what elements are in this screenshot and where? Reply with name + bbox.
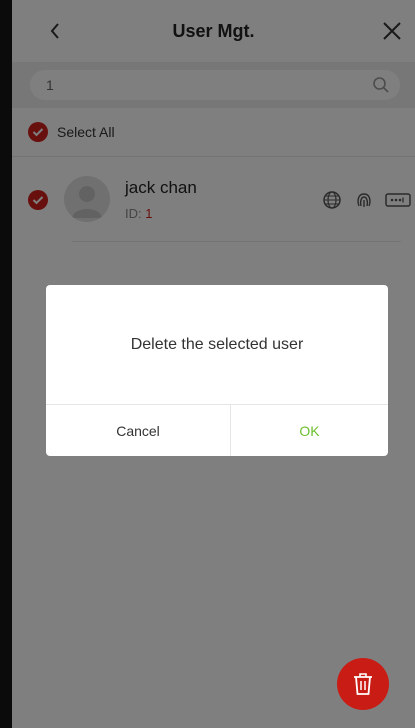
- ok-button[interactable]: OK: [231, 405, 388, 456]
- delete-confirm-dialog: Delete the selected user Cancel OK: [46, 285, 388, 456]
- delete-fab-button[interactable]: [337, 658, 389, 710]
- dialog-message: Delete the selected user: [130, 335, 304, 353]
- cancel-button[interactable]: Cancel: [46, 405, 231, 456]
- dialog-buttons: Cancel OK: [46, 404, 388, 456]
- user-management-screen: User Mgt. 1 Select All: [12, 0, 415, 728]
- trash-icon: [354, 673, 372, 695]
